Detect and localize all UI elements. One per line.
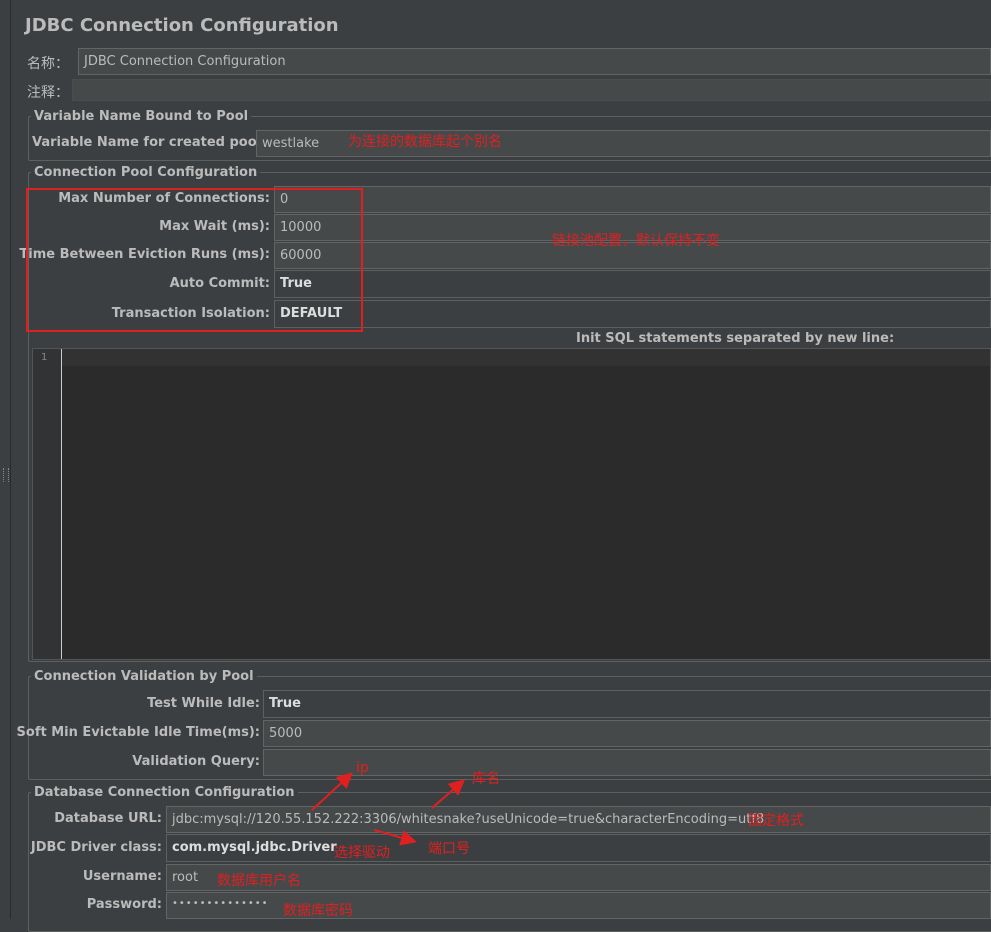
pool-highlight-box (26, 188, 363, 332)
splitter-grip-icon (3, 468, 9, 482)
name-label: 名称： (27, 56, 69, 72)
driver-label: JDBC Driver class: (30, 840, 162, 855)
username-label: Username: (82, 869, 162, 884)
driver-select[interactable]: com.mysql.jdbc.Driver (166, 834, 991, 862)
soft-min-field[interactable]: 5000 (263, 720, 991, 747)
db-name-annotation: 库名 (472, 771, 500, 787)
test-idle-select[interactable]: True (263, 690, 991, 718)
editor-left-border (61, 349, 62, 659)
init-sql-label: Init SQL statements separated by new lin… (576, 331, 895, 346)
select-driver-annotation: 选择驱动 (334, 845, 390, 861)
db-password-annotation: 数据库密码 (283, 903, 353, 919)
editor-caret-line (61, 349, 990, 366)
validation-query-label: Validation Query: (132, 754, 260, 769)
variable-name-label: Variable Name for created pool: (32, 135, 267, 150)
line-gutter (33, 349, 61, 659)
password-label: Password: (86, 897, 162, 912)
auto-commit-select[interactable]: True (274, 270, 991, 298)
max-connections-field[interactable]: 0 (274, 186, 991, 213)
name-field[interactable]: JDBC Connection Configuration (78, 48, 991, 75)
test-idle-label: Test While Idle: (147, 696, 260, 711)
pool-annotation: 链接池配置，默认保持不变 (552, 233, 720, 249)
variable-annotation: 为连接的数据库起个别名 (348, 134, 502, 150)
splitter-bar[interactable] (0, 0, 11, 919)
db-user-annotation: 数据库用户名 (217, 873, 301, 889)
ip-annotation: ip (356, 760, 369, 776)
port-annotation: 端口号 (428, 841, 470, 857)
line-number: 1 (41, 352, 48, 363)
db-url-field[interactable]: jdbc:mysql://120.55.152.222:3306/whitesn… (166, 806, 991, 833)
page-title: JDBC Connection Configuration (25, 15, 339, 36)
pool-group-title: Connection Pool Configuration (31, 165, 261, 180)
soft-min-label: Soft Min Evictable Idle Time(ms): (16, 725, 260, 740)
init-sql-editor[interactable]: 1 (32, 348, 991, 660)
variable-group-title: Variable Name Bound to Pool (31, 109, 252, 124)
comment-field[interactable] (72, 79, 991, 101)
validation-group-title: Connection Validation by Pool (31, 669, 257, 684)
fixed-format-annotation: 固定格式 (748, 813, 804, 829)
comment-label: 注释： (27, 85, 69, 101)
isolation-select[interactable]: DEFAULT (274, 300, 991, 328)
db-group-title: Database Connection Configuration (31, 785, 298, 800)
db-url-label: Database URL: (54, 811, 162, 826)
validation-query-field[interactable] (263, 749, 991, 776)
